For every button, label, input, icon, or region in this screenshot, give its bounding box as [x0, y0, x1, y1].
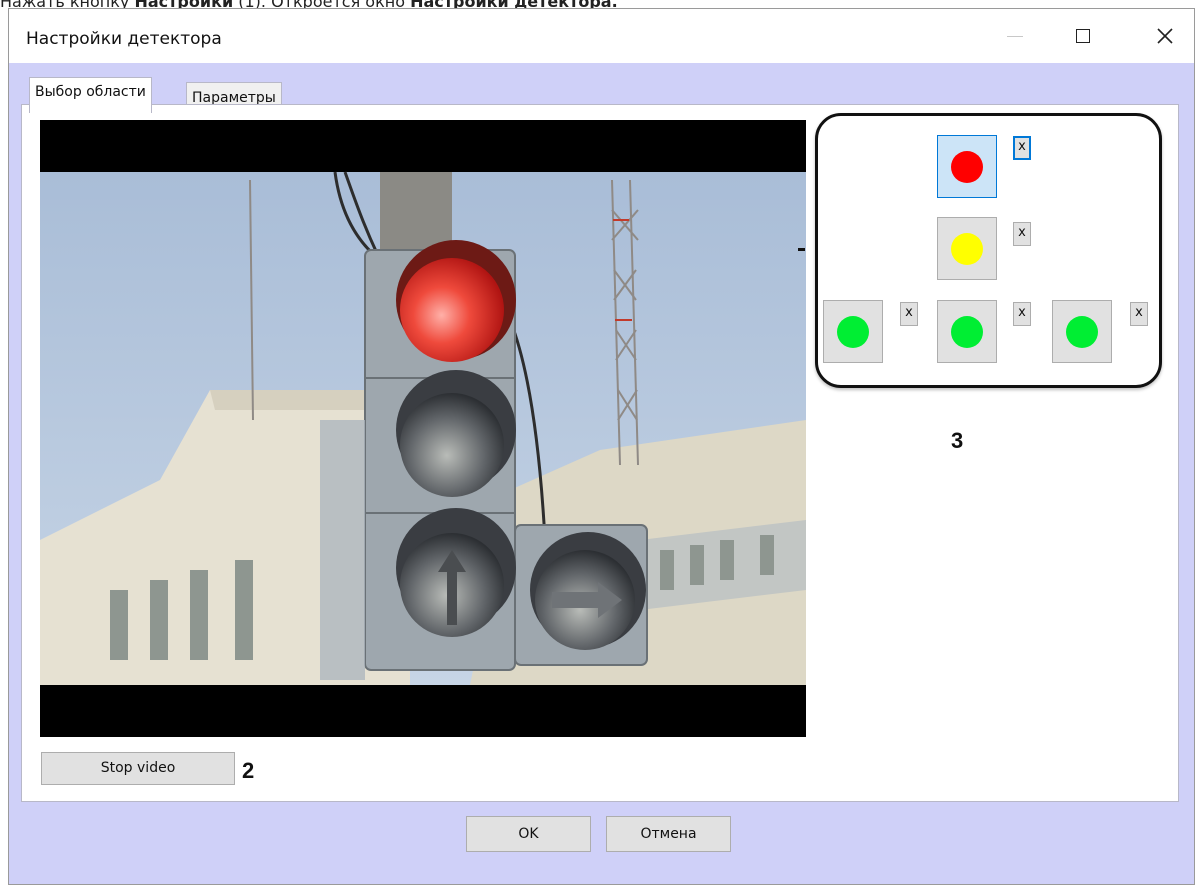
close-icon — [1157, 28, 1173, 44]
yellow-lamp-icon — [951, 232, 983, 265]
signal-green-middle-button[interactable] — [937, 300, 997, 363]
remove-green-right-signal-button[interactable]: x — [1130, 302, 1148, 326]
ok-button[interactable]: OK — [466, 816, 591, 852]
green-lamp-icon — [837, 315, 869, 348]
maximize-icon — [1076, 29, 1090, 43]
minimize-button[interactable] — [987, 9, 1043, 63]
signal-red-button[interactable] — [937, 135, 997, 198]
signal-green-right-button[interactable] — [1052, 300, 1112, 363]
green-lamp-icon — [1066, 315, 1098, 348]
video-preview — [40, 120, 806, 737]
maximize-button[interactable] — [1055, 9, 1111, 63]
marker-3: 3 — [951, 428, 964, 453]
cancel-button[interactable]: Отмена — [606, 816, 731, 852]
green-lamp-icon — [951, 315, 983, 348]
minimize-icon — [1007, 35, 1023, 37]
annotation-dash — [798, 248, 805, 251]
stop-video-button[interactable]: Stop video — [41, 752, 235, 785]
title-bar[interactable]: Настройки детектора — [9, 9, 1194, 63]
remove-green-left-signal-button[interactable]: x — [900, 302, 918, 326]
remove-yellow-signal-button[interactable]: x — [1013, 222, 1031, 246]
marker-2: 2 — [242, 758, 255, 783]
video-frame-image — [40, 120, 806, 737]
close-button[interactable] — [1137, 9, 1193, 63]
remove-red-signal-button[interactable]: x — [1013, 136, 1031, 160]
remove-green-middle-signal-button[interactable]: x — [1013, 302, 1031, 326]
window-title: Настройки детектора — [26, 29, 222, 49]
signal-yellow-button[interactable] — [937, 217, 997, 280]
red-lamp-icon — [951, 150, 983, 183]
tab-area-selection[interactable]: Выбор области — [29, 77, 152, 113]
signal-green-left-button[interactable] — [823, 300, 883, 363]
document-caption: Нажать кнопку Настройки (1). Откроется о… — [0, 0, 618, 11]
